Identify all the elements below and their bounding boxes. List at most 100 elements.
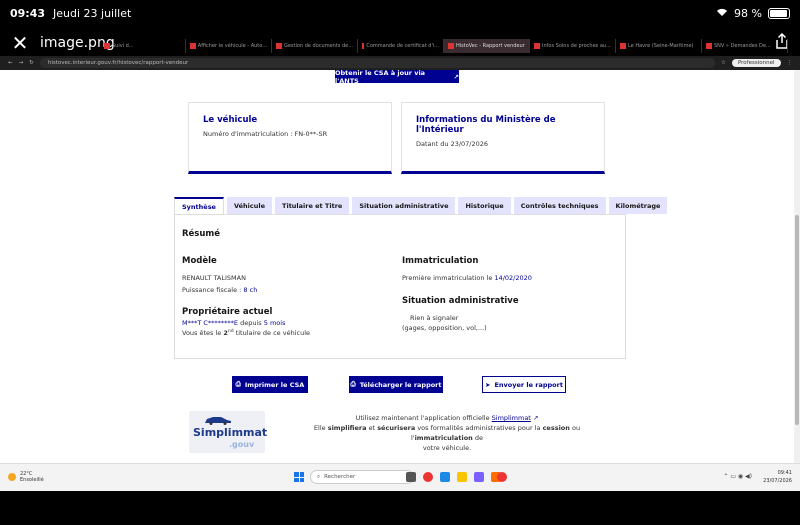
send-report-button[interactable]: ➤ Envoyer le rapport: [482, 376, 566, 393]
admin-status-value: Rien à signaler: [410, 314, 459, 322]
browser-tab[interactable]: Afficher le véhicule - Auto...: [186, 39, 272, 53]
tab-favicon-icon: [276, 43, 282, 49]
owner-name: M***T C********E: [182, 319, 239, 327]
tab-kilometrage[interactable]: Kilométrage: [608, 197, 668, 214]
external-link-icon: ↗: [453, 72, 459, 81]
ministry-card-title: Informations du Ministère de l'Intérieur: [416, 115, 556, 135]
external-link-icon: ↗: [532, 414, 539, 422]
menu-icon[interactable]: ⋮: [787, 60, 793, 66]
forward-icon[interactable]: →: [19, 60, 24, 66]
taskbar-search[interactable]: ⌕ Rechercher: [310, 470, 414, 484]
clock-date: 23/07/2026: [763, 478, 792, 484]
simplimmat-logo: Simplimmat .gouv: [189, 411, 268, 453]
browser-tab[interactable]: SNV » Demandes De...: [702, 39, 788, 53]
summary-panel: Résumé Modèle RENAULT TALISMAN Puissance…: [174, 214, 626, 359]
taskbar-clock[interactable]: 09:41 23/07/2026: [763, 469, 792, 485]
browser-tab[interactable]: Commande de certificat d'i...: [358, 39, 444, 53]
promo-line2: Elle simplifiera et sécurisera vos forma…: [313, 424, 581, 442]
chrome-icon[interactable]: [423, 472, 433, 482]
windows-start-icon[interactable]: [294, 472, 304, 482]
simplimmat-promo: Utilisez maintenant l'application offici…: [282, 413, 612, 453]
profile-button[interactable]: Professionnel: [731, 59, 781, 67]
promo-line3: votre véhicule.: [422, 444, 472, 452]
reload-icon[interactable]: ↻: [29, 60, 34, 66]
owner-heading: Propriétaire actuel: [182, 307, 273, 317]
immat-heading: Immatriculation: [402, 256, 479, 266]
ministry-card: Informations du Ministère de l'Intérieur…: [401, 102, 605, 174]
admin-status-note: (gages, opposition, vol,...): [402, 324, 487, 332]
owner-since: 5 mois: [263, 319, 286, 327]
sun-icon: [8, 473, 16, 481]
report-tabs: Synthèse Véhicule Titulaire et Titre Sit…: [174, 197, 668, 214]
battery-icon: [768, 7, 790, 19]
tab-synthese[interactable]: Synthèse: [174, 197, 224, 214]
download-icon: ⎙: [350, 380, 356, 388]
screen: 09:43 Jeudi 23 juillet 98 % ✕ image.png …: [0, 0, 800, 525]
car-icon: [205, 417, 231, 425]
tab-situation-administrative[interactable]: Situation administrative: [352, 197, 456, 214]
ministry-card-date: Datant du 23/07/2026: [416, 140, 489, 148]
tab-favicon-icon: [448, 43, 454, 49]
weather-desc: Ensoleillé: [20, 477, 44, 483]
ios-time: 09:43: [10, 6, 46, 20]
fiscal-power: Puissance fiscale : 8 ch: [182, 286, 258, 294]
browser-tab[interactable]: Le Havre (Seine-Maritime): [616, 39, 702, 53]
file-explorer-icon[interactable]: [457, 472, 467, 482]
vehicle-card-title: Le véhicule: [203, 115, 258, 125]
browser-tab[interactable]: Infos Soins de proches au...: [530, 39, 616, 53]
printer-icon: ⎙: [235, 380, 241, 388]
tab-controles-techniques[interactable]: Contrôles techniques: [513, 197, 606, 214]
tab-favicon-icon: [534, 43, 540, 49]
scrollbar-thumb[interactable]: [795, 215, 799, 425]
download-report-button[interactable]: ⎙ Télécharger le rapport: [349, 376, 443, 393]
back-icon[interactable]: ←: [8, 60, 13, 66]
task-view-icon[interactable]: [406, 472, 416, 482]
summary-heading: Résumé: [182, 229, 221, 239]
logo-text: Simplimmat: [193, 426, 268, 439]
weather-widget[interactable]: 22°C Ensoleillé: [8, 471, 44, 483]
web-page: Obtenir le CSA à jour via l'ANTS ↗ Le vé…: [0, 70, 800, 463]
tab-favicon-icon: [190, 43, 196, 49]
owner-line: M***T C********E depuis 5 mois: [182, 319, 286, 327]
url-field[interactable]: histovec.interieur.gouv.fr/histovec/rapp…: [39, 58, 715, 68]
battery-percent: 98 %: [734, 6, 762, 20]
address-bar: ← → ↻ histovec.interieur.gouv.fr/histove…: [0, 56, 800, 70]
tab-favicon-icon: [362, 43, 365, 49]
ios-date: Jeudi 23 juillet: [53, 6, 132, 20]
logo-gouv: .gouv: [229, 440, 255, 449]
edge-icon[interactable]: [440, 472, 450, 482]
system-tray-icons[interactable]: ⌃ ▭ ◉ ◀): [723, 473, 752, 480]
clock-time: 09:41: [777, 470, 792, 476]
tab-historique[interactable]: Historique: [458, 197, 511, 214]
first-registration: Première immatriculation le 14/02/2020: [402, 274, 532, 282]
browser-tab[interactable]: Suivi d...: [100, 39, 186, 53]
simplimmat-link[interactable]: Simplimmat: [492, 414, 531, 422]
print-csa-button[interactable]: ⎙ Imprimer le CSA: [232, 376, 308, 393]
ios-status-bar: 09:43 Jeudi 23 juillet 98 %: [0, 0, 800, 26]
ios-status-right: 98 %: [716, 7, 790, 20]
send-icon: ➤: [485, 380, 491, 389]
tab-favicon-icon: [104, 43, 110, 49]
browser-tab[interactable]: Gestion de documents de...: [272, 39, 358, 53]
get-csa-ants-button[interactable]: Obtenir le CSA à jour via l'ANTS ↗: [335, 70, 459, 85]
promo-line1: Utilisez maintenant l'application offici…: [355, 414, 539, 422]
chrome-profile-icon[interactable]: [497, 472, 507, 482]
owner-rank: Vous êtes le 2nd titulaire de ce véhicul…: [182, 329, 311, 338]
store-icon[interactable]: [474, 472, 484, 482]
search-placeholder: Rechercher: [324, 474, 356, 480]
browser-tab-active[interactable]: HistoVec - Rapport vendeur: [444, 39, 530, 53]
admin-status-heading: Situation administrative: [402, 296, 519, 306]
vehicle-card-plate: Numéro d'immatriculation : FN-0**-SR: [203, 130, 328, 138]
tab-titulaire[interactable]: Titulaire et Titre: [275, 197, 350, 214]
tab-favicon-icon: [706, 43, 712, 49]
fiscal-power-value: 8 ch: [243, 286, 258, 294]
model-heading: Modèle: [182, 256, 217, 266]
tab-favicon-icon: [620, 43, 626, 49]
browser-tab-strip: Suivi d... Afficher le véhicule - Auto..…: [0, 38, 800, 54]
tab-vehicule[interactable]: Véhicule: [226, 197, 273, 214]
model-value: RENAULT TALISMAN: [182, 274, 246, 282]
page-scrollbar[interactable]: [794, 70, 800, 463]
windows-taskbar: 22°C Ensoleillé ⌕ Rechercher ⌃ ▭ ◉ ◀) 09:…: [0, 463, 800, 491]
vehicle-card: Le véhicule Numéro d'immatriculation : F…: [188, 102, 392, 174]
bookmark-star-icon[interactable]: ☆: [721, 60, 726, 66]
